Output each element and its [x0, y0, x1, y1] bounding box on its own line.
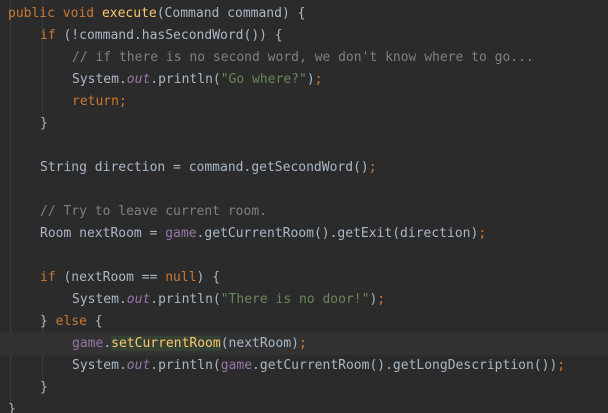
- code-line: // if there is no second word, we don't …: [72, 50, 534, 65]
- code-line: } else {: [40, 314, 103, 329]
- code-line: }: [8, 402, 16, 413]
- code-editor[interactable]: public void execute(Command command) { i…: [0, 0, 608, 413]
- code-line: Room nextRoom = game.getCurrentRoom().ge…: [40, 226, 487, 241]
- code-line: return;: [72, 94, 127, 109]
- code-line: System.out.println("Go where?");: [72, 72, 323, 87]
- code-line: // Try to leave current room.: [40, 204, 267, 219]
- code-line: System.out.println(game.getCurrentRoom()…: [72, 358, 566, 373]
- code-line: if (!command.hasSecondWord()) {: [40, 28, 283, 43]
- code-line: }: [40, 116, 48, 131]
- code-line: String direction = command.getSecondWord…: [40, 160, 377, 175]
- code-line: if (nextRoom == null) {: [40, 270, 221, 285]
- current-line[interactable]: game.setCurrentRoom(nextRoom);: [0, 333, 608, 355]
- code-line: System.out.println("There is no door!");: [72, 292, 386, 307]
- code-line: public void execute(Command command) {: [8, 6, 306, 21]
- code-line: }: [40, 380, 48, 395]
